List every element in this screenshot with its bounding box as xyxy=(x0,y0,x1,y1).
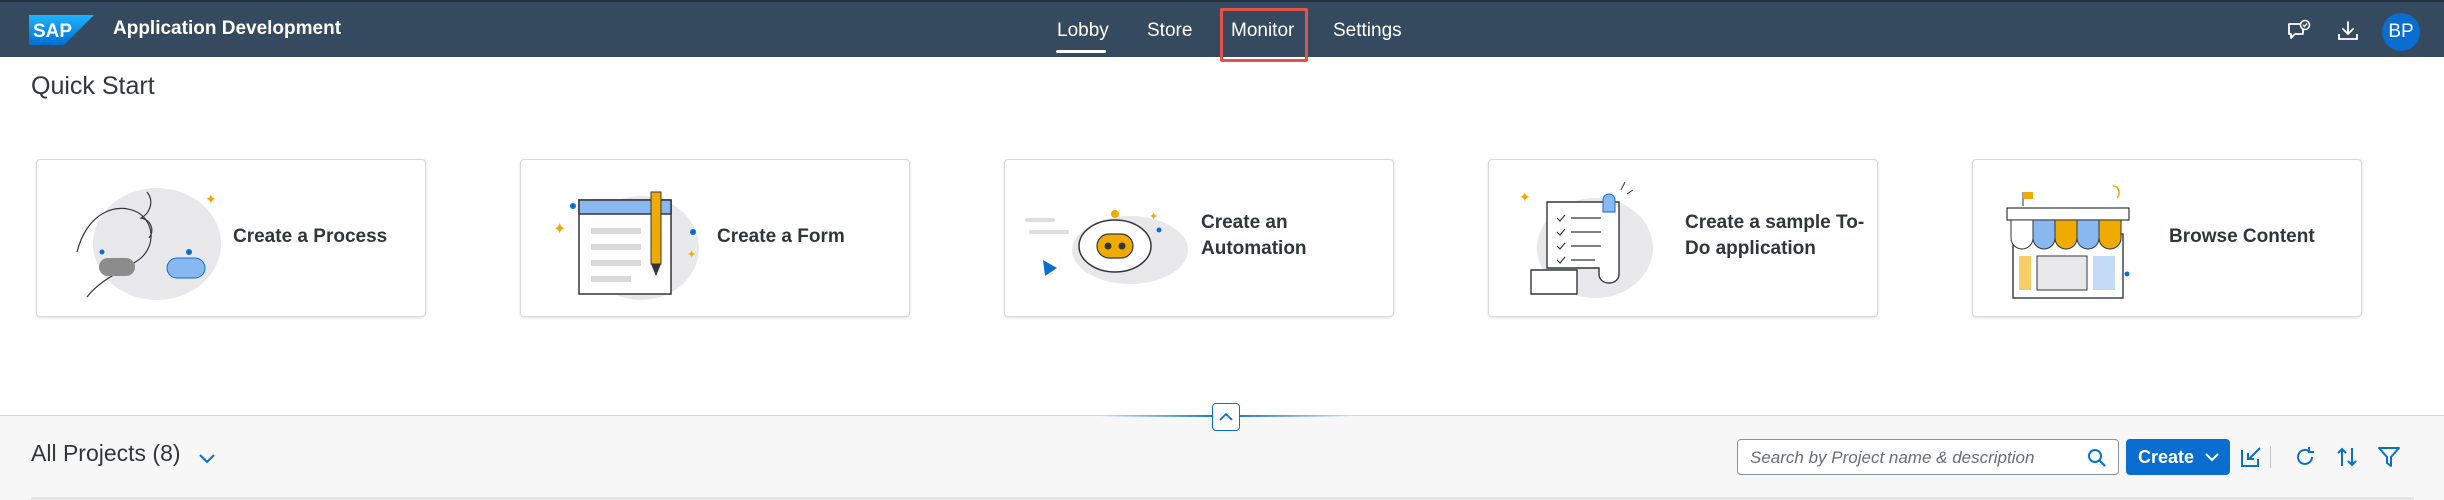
collapse-quick-start-button[interactable] xyxy=(1212,403,1240,431)
todo-list-illustration-icon: ✦ xyxy=(1519,181,1653,298)
svg-text:✦: ✦ xyxy=(687,248,696,261)
chevron-down-icon[interactable] xyxy=(196,447,218,469)
app-title: Application Development xyxy=(113,18,342,39)
chevron-up-icon xyxy=(1219,412,1233,421)
all-projects-title[interactable]: All Projects (8) xyxy=(31,440,181,467)
filter-icon[interactable] xyxy=(2376,444,2402,470)
card-label-browse-content: Browse Content xyxy=(2169,226,2315,247)
svg-text:✦: ✦ xyxy=(205,192,217,208)
toolbar-separator xyxy=(2270,446,2271,468)
sap-logo[interactable]: SAP xyxy=(29,15,94,45)
svg-text:✦: ✦ xyxy=(1519,190,1531,206)
import-icon[interactable] xyxy=(2238,444,2264,470)
refresh-icon[interactable] xyxy=(2292,444,2318,470)
monitor-highlight-box xyxy=(1220,8,1308,62)
active-tab-indicator xyxy=(1056,50,1106,53)
project-search-field[interactable] xyxy=(1737,439,2119,475)
svg-text:✦: ✦ xyxy=(553,219,566,238)
store-front-illustration-icon xyxy=(2006,185,2130,299)
chevron-down-icon xyxy=(2205,453,2219,462)
card-create-process[interactable]: ✦ Create a Process xyxy=(36,159,426,317)
nav-tab-lobby[interactable]: Lobby xyxy=(1057,20,1109,42)
create-button-label: Create xyxy=(2138,446,2195,467)
card-label-create-form: Create a Form xyxy=(717,226,845,247)
svg-text:✦: ✦ xyxy=(1149,210,1158,223)
card-browse-content[interactable]: Browse Content xyxy=(1972,159,2362,317)
card-create-todo-app[interactable]: ✦ Create a sample To-Do application xyxy=(1488,159,1878,317)
form-illustration-icon: ✦ ✦ xyxy=(553,191,699,300)
quick-start-title: Quick Start xyxy=(31,72,155,100)
card-label-create-process: Create a Process xyxy=(233,226,388,247)
nav-tab-settings[interactable]: Settings xyxy=(1333,20,1402,42)
automation-robot-icon: ✦ xyxy=(1025,210,1188,284)
logo-text: SAP xyxy=(33,21,72,42)
download-icon[interactable] xyxy=(2335,18,2361,44)
user-avatar[interactable]: BP xyxy=(2382,13,2420,51)
card-create-automation[interactable]: ✦ Create an Automation xyxy=(1004,159,1394,317)
card-label-create-todo-app: Create a sample To-Do application xyxy=(1685,212,1865,259)
sort-icon[interactable] xyxy=(2334,444,2360,470)
card-create-form[interactable]: ✦ ✦ Create a Form xyxy=(520,159,910,317)
feedback-icon[interactable] xyxy=(2286,18,2312,44)
card-label-create-automation: Create an Automation xyxy=(1201,212,1307,259)
search-icon[interactable] xyxy=(2086,447,2108,469)
project-search-input[interactable] xyxy=(1750,446,2070,470)
create-button[interactable]: Create xyxy=(2126,439,2230,475)
nav-tab-store[interactable]: Store xyxy=(1147,20,1192,42)
process-illustration-icon: ✦ xyxy=(76,188,221,300)
